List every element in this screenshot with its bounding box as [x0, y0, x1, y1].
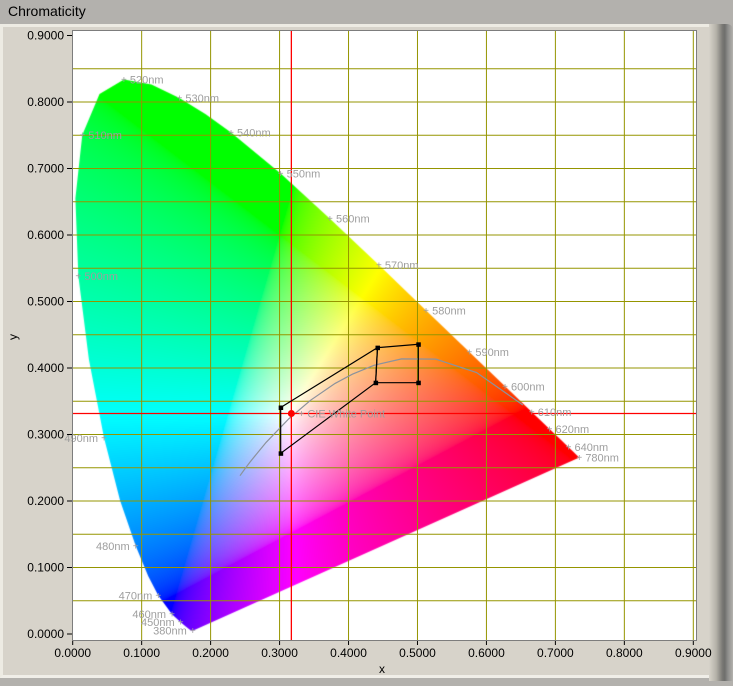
- cie-horseshoe-gamut: [73, 31, 696, 640]
- window-titlebar[interactable]: Chromaticity: [0, 0, 733, 24]
- chromaticity-window: { "window": { "title": "Chromaticity" },…: [0, 0, 733, 686]
- x-axis-title: x: [370, 662, 394, 676]
- y-axis-title: y: [6, 324, 22, 340]
- window-title: Chromaticity: [8, 3, 86, 19]
- panel-right-bevel: [709, 24, 733, 681]
